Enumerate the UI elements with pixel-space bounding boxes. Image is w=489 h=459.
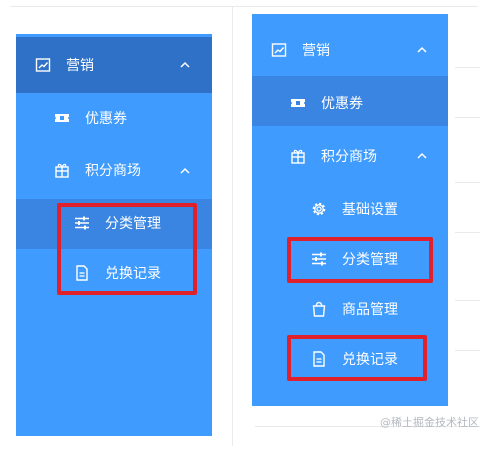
gift-icon (53, 161, 71, 179)
chevron-up-icon[interactable] (416, 150, 428, 162)
menu-label: 积分商场 (321, 149, 377, 165)
menu-label: 营销 (66, 58, 94, 74)
right-menu-product-mgmt[interactable]: 商品管理 (310, 299, 398, 319)
menu-label: 商品管理 (342, 302, 398, 318)
right-menu-basic-settings[interactable]: 基础设置 (310, 199, 398, 219)
ticket-icon (53, 109, 71, 127)
row-divider (455, 300, 480, 301)
trend-chart-icon (270, 41, 288, 59)
row-divider (455, 67, 480, 68)
shopping-bag-icon (310, 300, 328, 318)
menu-label: 积分商场 (85, 163, 141, 179)
row-divider (455, 182, 480, 183)
highlight-box (287, 237, 433, 283)
trend-chart-icon (34, 56, 52, 74)
right-menu-marketing[interactable]: 营销 (270, 40, 330, 60)
row-divider (455, 350, 480, 351)
center-divider (232, 6, 233, 446)
highlight-box (287, 335, 427, 381)
right-menu-coupons[interactable]: 优惠券 (289, 93, 363, 113)
watermark: @稀土掘金技术社区 (380, 416, 479, 429)
left-menu-marketing[interactable]: 营销 (34, 55, 94, 75)
ticket-icon (289, 94, 307, 112)
chevron-up-icon[interactable] (179, 165, 191, 177)
left-menu-points-mall[interactable]: 积分商场 (53, 160, 141, 180)
right-menu-points-mall[interactable]: 积分商场 (289, 146, 377, 166)
highlight-box (57, 203, 197, 295)
gift-icon (289, 147, 307, 165)
gear-icon (310, 200, 328, 218)
menu-label: 优惠券 (321, 96, 363, 112)
menu-label: 优惠券 (85, 111, 127, 127)
chevron-up-icon[interactable] (416, 44, 428, 56)
menu-label: 基础设置 (342, 202, 398, 218)
row-divider (455, 232, 480, 233)
top-divider (10, 6, 478, 7)
menu-label: 营销 (302, 43, 330, 59)
chevron-up-icon[interactable] (179, 59, 191, 71)
row-divider (455, 117, 480, 118)
left-menu-coupons[interactable]: 优惠券 (53, 108, 127, 128)
